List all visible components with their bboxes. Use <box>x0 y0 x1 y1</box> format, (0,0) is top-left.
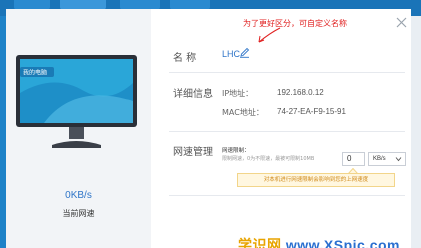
chevron-down-icon <box>395 157 402 162</box>
ip-label: IP地址： <box>222 89 254 98</box>
divider <box>169 195 405 196</box>
ip-value: 192.168.0.12 <box>277 88 324 97</box>
watermark-cn: 学识网 <box>238 237 282 248</box>
mac-value: 74-27-EA-F9-15-91 <box>277 107 346 116</box>
device-panel: 我的电脑 0KB/s 当前网速 <box>6 9 151 248</box>
site-watermark: 学识网 www.XSpic.com <box>238 235 400 248</box>
close-icon[interactable] <box>396 17 407 28</box>
arrow-icon <box>258 27 281 43</box>
unit-select-value: KB/s <box>373 156 386 162</box>
device-name[interactable]: LHC <box>222 49 240 59</box>
app-background-right <box>411 16 421 248</box>
speed-limit-title: 网速限制： <box>222 148 250 154</box>
speed-limit-desc: 限制网速，0为不限速，最被可限制10MB <box>222 156 315 162</box>
device-detail-dialog: 我的电脑 0KB/s 当前网速 为了更好区分，可自定义名称 名 称 LHC 详细… <box>6 9 411 248</box>
divider <box>169 131 405 132</box>
divider <box>169 72 405 73</box>
watermark-url: www.XSpic.com <box>285 237 401 248</box>
name-label: 名 称 <box>173 53 197 64</box>
current-speed-label: 当前网速 <box>62 209 95 218</box>
details-label: 详细信息 <box>173 89 213 100</box>
monitor-icon: 我的电脑 <box>16 55 137 148</box>
monitor-label: 我的电脑 <box>23 69 47 77</box>
mac-label: MAC地址： <box>222 108 264 117</box>
speed-limit-input[interactable]: 0 <box>342 152 365 166</box>
speed-mgmt-label: 网速管理 <box>173 147 213 158</box>
current-speed-value: 0KB/s <box>65 190 92 201</box>
unit-select[interactable]: KB/s <box>368 152 406 166</box>
speed-warning-tooltip: 对本机进行网速限制会影响到您的上网速度 <box>237 173 395 187</box>
pencil-icon[interactable] <box>239 47 250 58</box>
